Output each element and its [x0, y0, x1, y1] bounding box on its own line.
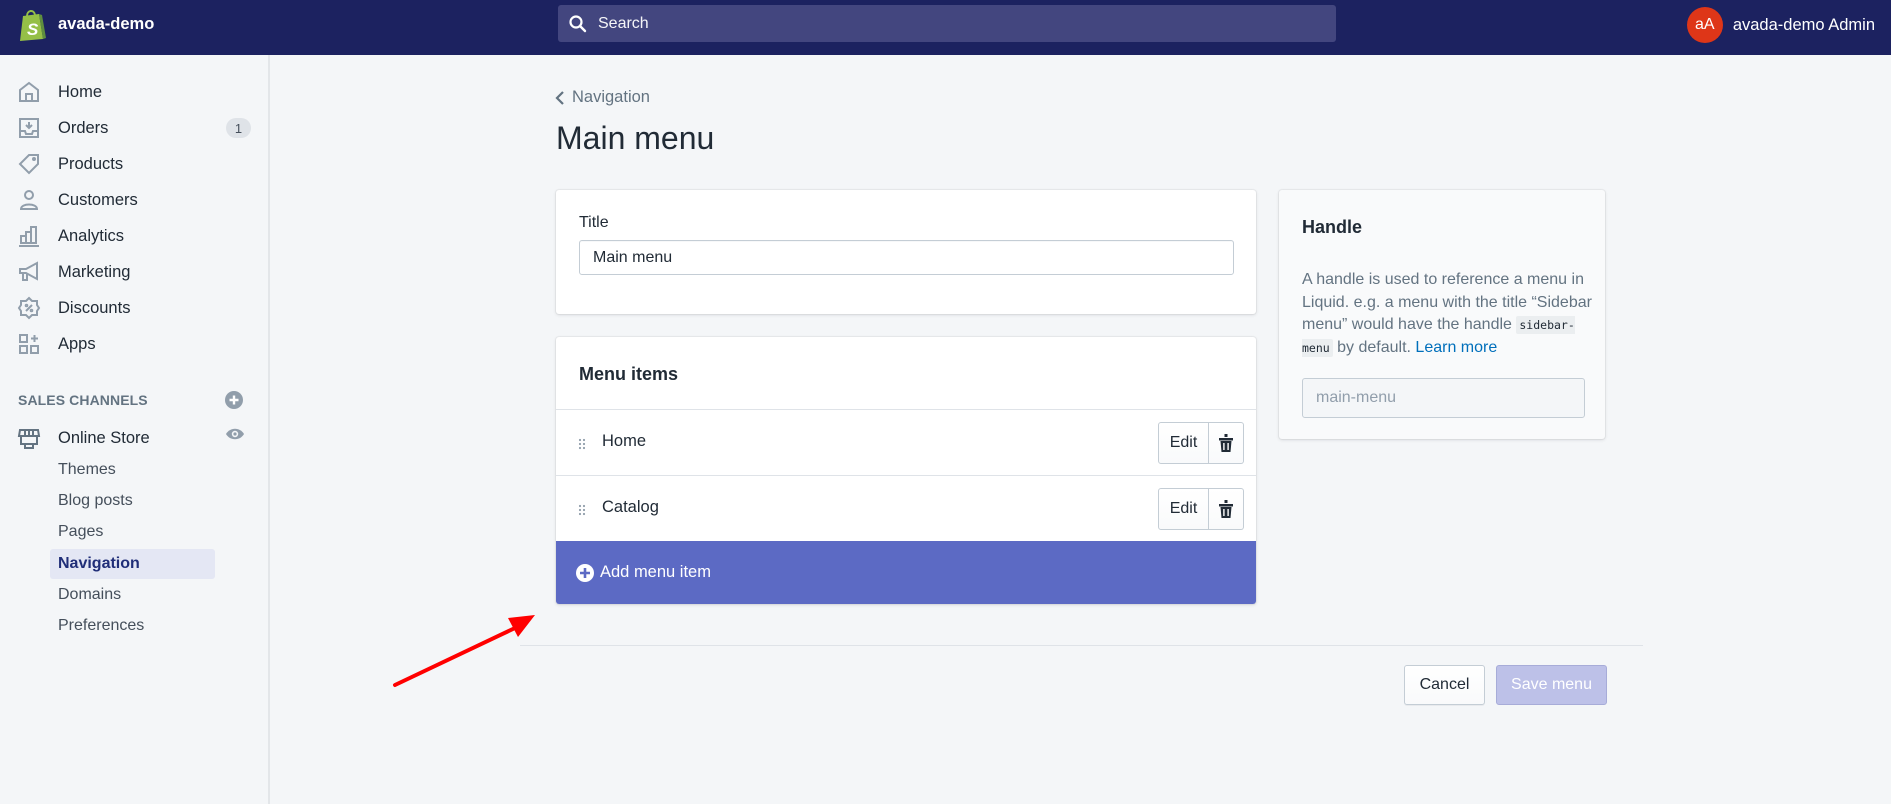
annotation-arrow-icon [393, 615, 535, 687]
sidebar: Home Orders 1 Products Customers Analyti… [0, 55, 270, 804]
footer-divider [520, 645, 1643, 646]
menu-item-actions: Edit [1158, 488, 1244, 530]
sidebar-item-label: Discounts [58, 298, 131, 317]
sidebar-item-label: Apps [58, 334, 96, 353]
search-input[interactable] [598, 14, 1298, 33]
menu-items-heading: Menu items [579, 364, 679, 384]
menu-item-row: Home Edit [556, 409, 1256, 475]
orders-count-badge: 1 [226, 118, 251, 138]
sales-channels-heading: SALES CHANNELS [18, 392, 148, 408]
sidebar-item-discounts[interactable]: Discounts [0, 292, 268, 324]
sidebar-item-label: Analytics [58, 226, 125, 245]
chevron-left-icon [555, 90, 564, 105]
delete-button[interactable] [1209, 488, 1244, 530]
sidebar-subitem-navigation[interactable]: Navigation [50, 549, 215, 579]
menu-item-row: Catalog Edit [556, 475, 1256, 541]
person-icon [19, 190, 39, 210]
sidebar-item-label: Orders [58, 118, 109, 137]
handle-input[interactable] [1302, 378, 1585, 418]
sidebar-item-label: Marketing [58, 262, 131, 281]
add-sales-channel-icon[interactable] [225, 391, 243, 409]
drag-handle-icon[interactable] [578, 438, 586, 450]
drag-handle-icon[interactable] [578, 504, 586, 516]
user-menu[interactable]: aA avada-demo Admin [1686, 7, 1875, 43]
breadcrumb-back-link[interactable]: Navigation [555, 88, 650, 107]
sidebar-item-marketing[interactable]: Marketing [0, 256, 268, 288]
save-menu-button[interactable]: Save menu [1496, 665, 1607, 705]
shopify-logo-icon[interactable]: S [17, 8, 47, 42]
page-title: Main menu [556, 120, 715, 156]
orders-icon [19, 118, 39, 138]
megaphone-icon [19, 261, 38, 281]
sidebar-subitem-domains[interactable]: Domains [50, 580, 215, 610]
title-card: Title [556, 190, 1256, 314]
sidebar-item-label: Online Store [58, 428, 150, 447]
menu-item-label: Catalog [602, 498, 659, 516]
title-field-label: Title [579, 214, 609, 231]
add-menu-item-label: Add menu item [600, 563, 711, 581]
view-store-eye-icon[interactable] [225, 426, 245, 442]
sidebar-subitem-themes[interactable]: Themes [50, 455, 215, 485]
sidebar-item-products[interactable]: Products [0, 148, 268, 180]
sidebar-item-apps[interactable]: Apps [0, 328, 268, 360]
discount-icon [17, 296, 41, 320]
tag-icon [18, 154, 39, 175]
store-name[interactable]: avada-demo [58, 15, 154, 34]
menu-items-card: Menu items Home Edit Catalog Edit Add me… [556, 337, 1256, 604]
sidebar-item-customers[interactable]: Customers [0, 184, 268, 216]
svg-text:S: S [27, 20, 39, 39]
apps-icon [19, 334, 39, 354]
menu-item-actions: Edit [1158, 422, 1244, 464]
title-input[interactable] [579, 240, 1234, 275]
breadcrumb-label: Navigation [572, 88, 650, 106]
sidebar-item-orders[interactable]: Orders 1 [0, 112, 268, 144]
edit-button[interactable]: Edit [1158, 488, 1209, 530]
sidebar-item-label: Customers [58, 190, 138, 209]
add-menu-item-button[interactable]: Add menu item [556, 541, 1256, 604]
trash-icon [1219, 500, 1233, 518]
edit-button[interactable]: Edit [1158, 422, 1209, 464]
plus-circle-icon [576, 563, 594, 582]
handle-desc-text-2: by default. [1332, 338, 1416, 356]
handle-heading: Handle [1302, 217, 1363, 237]
sidebar-subitem-pages[interactable]: Pages [50, 517, 215, 547]
sidebar-item-label: Products [58, 154, 124, 173]
trash-icon [1219, 434, 1233, 452]
cancel-button[interactable]: Cancel [1404, 665, 1485, 705]
sidebar-subitem-preferences[interactable]: Preferences [50, 611, 215, 641]
bar-chart-icon [19, 226, 39, 247]
sidebar-item-label: Home [58, 82, 103, 101]
avatar: aA [1686, 7, 1723, 43]
menu-item-label: Home [602, 432, 647, 450]
sidebar-subitem-blog-posts[interactable]: Blog posts [50, 486, 215, 516]
search-bar[interactable] [558, 5, 1336, 42]
search-icon [569, 14, 587, 32]
handle-card: Handle A handle is used to reference a m… [1279, 190, 1605, 439]
sidebar-item-analytics[interactable]: Analytics [0, 220, 268, 252]
top-bar: S avada-demo aA avada-demo Admin [0, 0, 1891, 55]
learn-more-link[interactable]: Learn more [1415, 339, 1497, 356]
sidebar-item-home[interactable]: Home [0, 76, 268, 108]
delete-button[interactable] [1209, 422, 1244, 464]
store-icon [17, 429, 41, 449]
handle-description: A handle is used to reference a menu in … [1302, 269, 1597, 359]
home-icon [19, 81, 39, 102]
user-name: avada-demo Admin [1732, 15, 1875, 34]
